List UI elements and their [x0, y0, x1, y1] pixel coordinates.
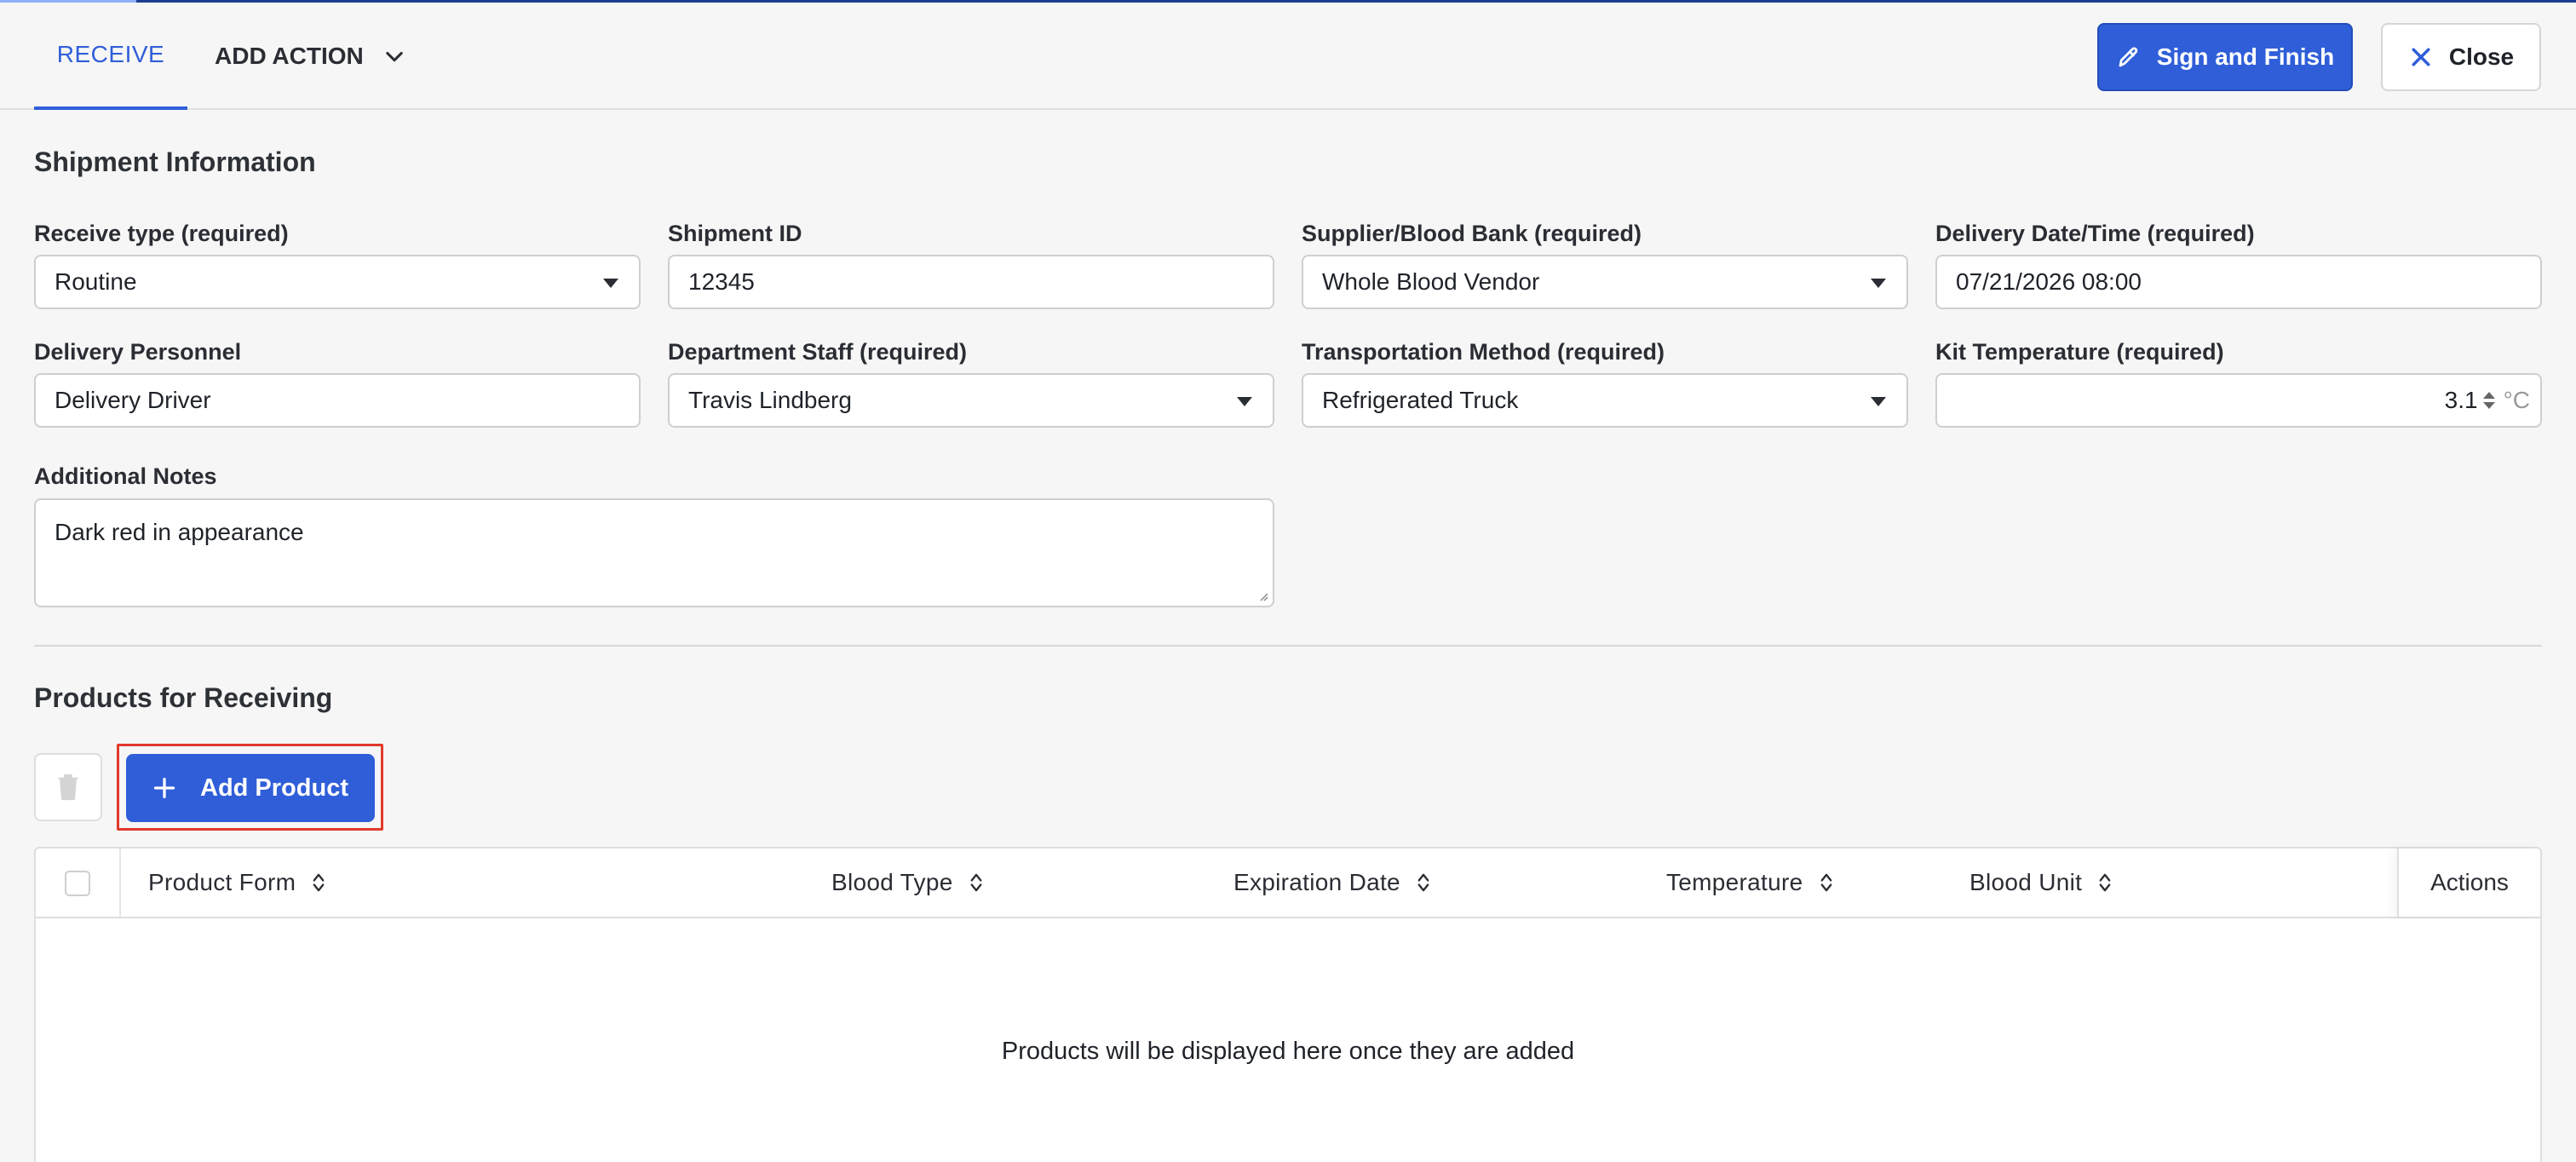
column-label: Temperature: [1666, 869, 1803, 895]
close-button[interactable]: Close: [2381, 23, 2541, 91]
sign-and-finish-label: Sign and Finish: [2156, 43, 2335, 70]
kit-temperature-value: 3.1: [2444, 387, 2478, 413]
pen-icon: [2119, 47, 2138, 67]
add-action-menu[interactable]: ADD ACTION: [215, 3, 406, 110]
sort-icon: [313, 873, 325, 892]
sort-icon: [1417, 873, 1429, 892]
column-label: Product Form: [148, 869, 296, 895]
caret-down-icon: [1871, 397, 1886, 406]
notes-value: Dark red in appearance: [55, 519, 304, 545]
receive-type-value: Routine: [55, 268, 137, 295]
shipment-id-value: 12345: [688, 268, 755, 295]
add-product-button[interactable]: Add Product: [126, 754, 375, 822]
column-temperature[interactable]: Temperature: [1666, 848, 1834, 917]
trash-icon: [58, 774, 78, 801]
products-section-title: Products for Receiving: [34, 682, 333, 713]
column-actions: Actions: [2397, 848, 2540, 917]
close-label: Close: [2448, 43, 2515, 70]
transportation-value: Refrigerated Truck: [1322, 387, 1519, 413]
receive-type-label: Receive type (required): [34, 221, 289, 246]
receive-type-select[interactable]: Routine: [34, 255, 641, 309]
department-staff-select[interactable]: Travis Lindberg: [668, 373, 1274, 428]
shipment-section-title: Shipment Information: [34, 147, 316, 177]
delivery-personnel-value: Delivery Driver: [55, 387, 211, 413]
column-label: Blood Unit: [1969, 869, 2083, 895]
supplier-select[interactable]: Whole Blood Vendor: [1302, 255, 1908, 309]
delivery-datetime-label: Delivery Date/Time (required): [1935, 221, 2255, 246]
select-all-checkbox[interactable]: [65, 871, 90, 896]
column-label: Blood Type: [831, 869, 953, 895]
delivery-personnel-label: Delivery Personnel: [34, 339, 242, 365]
sort-icon: [2099, 873, 2111, 892]
column-label: Expiration Date: [1233, 869, 1400, 895]
delivery-personnel-input[interactable]: Delivery Driver: [34, 373, 641, 428]
kit-temperature-label: Kit Temperature (required): [1935, 339, 2224, 365]
section-divider: [34, 645, 2542, 647]
kit-temperature-input[interactable]: 3.1 °C: [1935, 373, 2542, 428]
shipment-id-input[interactable]: 12345: [668, 255, 1274, 309]
sort-icon: [1820, 873, 1831, 892]
column-expiration-date[interactable]: Expiration Date: [1233, 848, 1431, 917]
supplier-value: Whole Blood Vendor: [1322, 268, 1540, 295]
supplier-label: Supplier/Blood Bank (required): [1302, 221, 1642, 246]
caret-down-icon: [1871, 279, 1886, 288]
column-product-form[interactable]: Product Form: [148, 848, 326, 917]
header-bar: RECEIVE ADD ACTION Sign and Finish Close: [0, 3, 2576, 110]
delivery-datetime-value: 07/21/2026 08:00: [1956, 268, 2142, 295]
column-blood-type[interactable]: Blood Type: [831, 848, 984, 917]
plus-icon: [153, 777, 175, 799]
table-header: Product Form Blood Type Expiration Date …: [36, 848, 2540, 918]
caret-down-icon: [603, 279, 618, 288]
notes-textarea[interactable]: Dark red in appearance: [34, 498, 1274, 607]
shipment-id-label: Shipment ID: [668, 221, 802, 246]
sign-and-finish-button[interactable]: Sign and Finish: [2097, 23, 2353, 91]
sort-icon: [970, 873, 981, 892]
add-product-label: Add Product: [200, 774, 348, 802]
department-staff-value: Travis Lindberg: [688, 387, 852, 413]
stepper-arrows-icon[interactable]: [2482, 392, 2495, 409]
notes-label: Additional Notes: [34, 463, 217, 489]
transportation-label: Transportation Method (required): [1302, 339, 1665, 365]
department-staff-label: Department Staff (required): [668, 339, 968, 365]
chevron-down-icon: [386, 51, 403, 62]
column-blood-unit[interactable]: Blood Unit: [1969, 848, 2113, 917]
products-table: Product Form Blood Type Expiration Date …: [34, 847, 2542, 1162]
delivery-datetime-input[interactable]: 07/21/2026 08:00: [1935, 255, 2542, 309]
temperature-unit: °C: [2503, 387, 2530, 413]
resize-grip-icon[interactable]: [1256, 589, 1269, 602]
empty-state-message: Products will be displayed here once the…: [1001, 1038, 1575, 1065]
select-all-cell: [36, 848, 121, 917]
add-action-label: ADD ACTION: [215, 43, 364, 69]
caret-down-icon: [1237, 397, 1252, 406]
close-icon: [2412, 48, 2430, 66]
transportation-select[interactable]: Refrigerated Truck: [1302, 373, 1908, 428]
delete-button[interactable]: [34, 753, 102, 821]
tab-receive[interactable]: RECEIVE: [34, 3, 187, 110]
